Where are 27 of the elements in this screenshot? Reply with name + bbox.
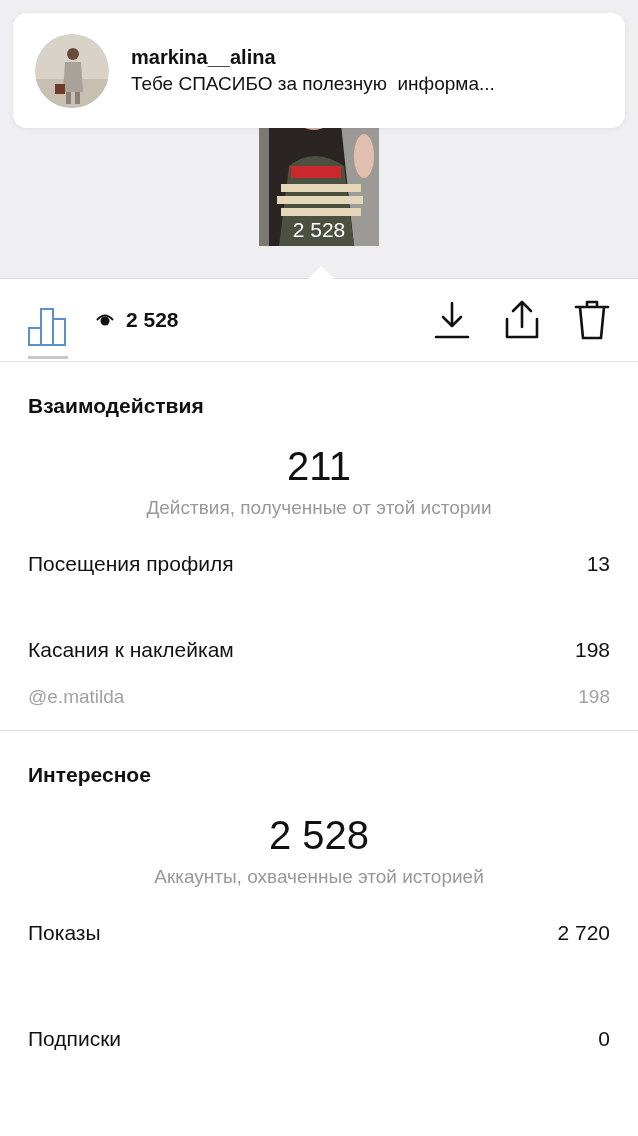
bar-chart-icon — [28, 307, 68, 346]
share-icon[interactable] — [504, 299, 540, 341]
username: markina__alina — [131, 46, 277, 69]
total-count: 2 528 — [267, 813, 371, 858]
total-count: 211 — [286, 444, 352, 489]
trash-icon[interactable] — [574, 299, 610, 341]
metric-label: Показы — [28, 921, 101, 945]
metric-value: 198 — [574, 638, 610, 662]
total-caption: Аккаунты, охваченные этой историей — [153, 865, 485, 889]
metric-value: 198 — [578, 686, 610, 708]
metric-value: 2 720 — [557, 921, 610, 945]
metric-value: 0 — [598, 1027, 610, 1051]
metric-value: 13 — [586, 552, 610, 576]
notification-banner[interactable]: markina__alina Тебе СПАСИБО за полезную информа... — [13, 13, 625, 128]
section-title: Взаимодействия — [28, 394, 205, 418]
view-count: 2 528 — [291, 218, 347, 242]
pointer-arrow — [308, 266, 334, 279]
metric-label: Касания к наклейкам — [28, 638, 234, 662]
message-preview: Тебе СПАСИБО за полезную информа... — [131, 73, 495, 95]
eye-icon — [96, 313, 114, 327]
view-count: 2 528 — [126, 308, 179, 332]
section-title: Интересное — [28, 763, 152, 787]
metric-label: Подписки — [28, 1027, 122, 1051]
metric-label: @e.matilda — [28, 686, 125, 708]
metric-label: Посещения профиля — [28, 552, 234, 576]
total-caption: Действия, полученные от этой истории — [145, 496, 493, 520]
download-icon[interactable] — [434, 300, 470, 340]
